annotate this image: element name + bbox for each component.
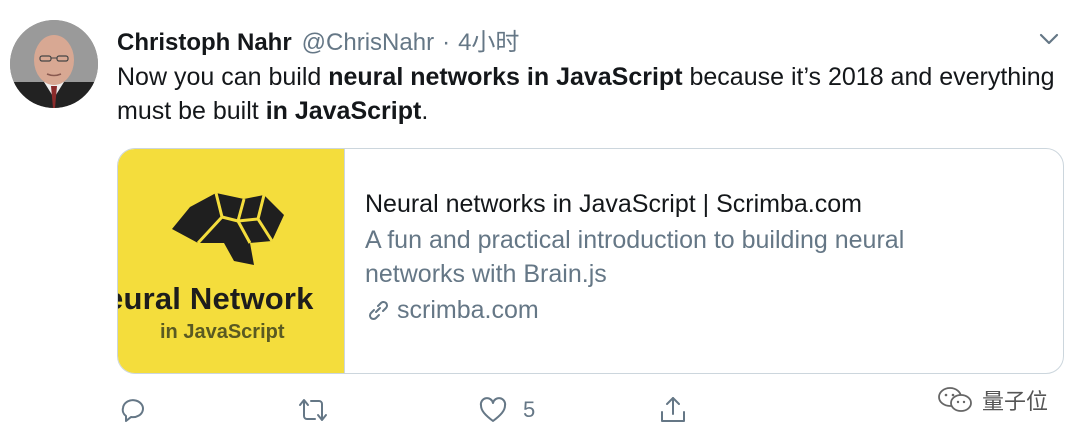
tweet-header: Christoph Nahr @ChrisNahr · 4小时 bbox=[117, 22, 519, 56]
avatar-photo bbox=[10, 20, 98, 108]
like-icon bbox=[479, 397, 507, 422]
watermark: 量子位 bbox=[936, 384, 1048, 416]
tweet-bold-part: in JavaScript bbox=[265, 97, 422, 125]
retweet-button[interactable] bbox=[295, 394, 345, 426]
card-title: Neural networks in JavaScript | Scrimba.… bbox=[365, 190, 862, 218]
card-body[interactable]: Neural networks in JavaScript | Scrimba.… bbox=[345, 149, 1005, 373]
brain-icon bbox=[172, 192, 284, 265]
share-button[interactable] bbox=[657, 394, 689, 426]
like-count: 5 bbox=[523, 397, 536, 422]
tweet-bold-part: neural networks in JavaScript bbox=[328, 63, 683, 91]
wechat-icon bbox=[938, 387, 972, 412]
timestamp[interactable]: 4小时 bbox=[458, 22, 519, 57]
card-domain: scrimba.com bbox=[365, 293, 1005, 327]
tweet-text-part: . bbox=[421, 97, 429, 125]
link-icon bbox=[368, 300, 389, 321]
tweet-text: Now you can build neural networks in Jav… bbox=[117, 60, 1057, 128]
card-image[interactable]: eural Network in JavaScript bbox=[118, 149, 345, 373]
share-icon bbox=[661, 397, 685, 422]
reply-button[interactable] bbox=[117, 394, 163, 426]
card-domain-text: scrimba.com bbox=[397, 296, 539, 324]
separator-dot: · bbox=[442, 29, 451, 56]
like-button[interactable]: 5 bbox=[477, 394, 535, 426]
chevron-down-icon[interactable] bbox=[1038, 28, 1060, 50]
card-description: A fun and practical introduction to buil… bbox=[365, 226, 905, 288]
card-image-title: eural Network bbox=[118, 281, 314, 316]
author-name[interactable]: Christoph Nahr bbox=[117, 29, 292, 57]
link-card[interactable]: eural Network in JavaScript Neural netwo… bbox=[117, 148, 1064, 374]
tweet-actions: 5 bbox=[117, 394, 697, 430]
author-handle[interactable]: @ChrisNahr bbox=[302, 29, 434, 57]
reply-icon bbox=[121, 399, 144, 422]
avatar[interactable] bbox=[10, 20, 98, 108]
retweet-icon bbox=[299, 399, 327, 421]
tweet-text-part: Now you can build bbox=[117, 63, 329, 91]
card-image-subtitle: in JavaScript bbox=[160, 321, 285, 343]
watermark-text: 量子位 bbox=[981, 389, 1048, 414]
